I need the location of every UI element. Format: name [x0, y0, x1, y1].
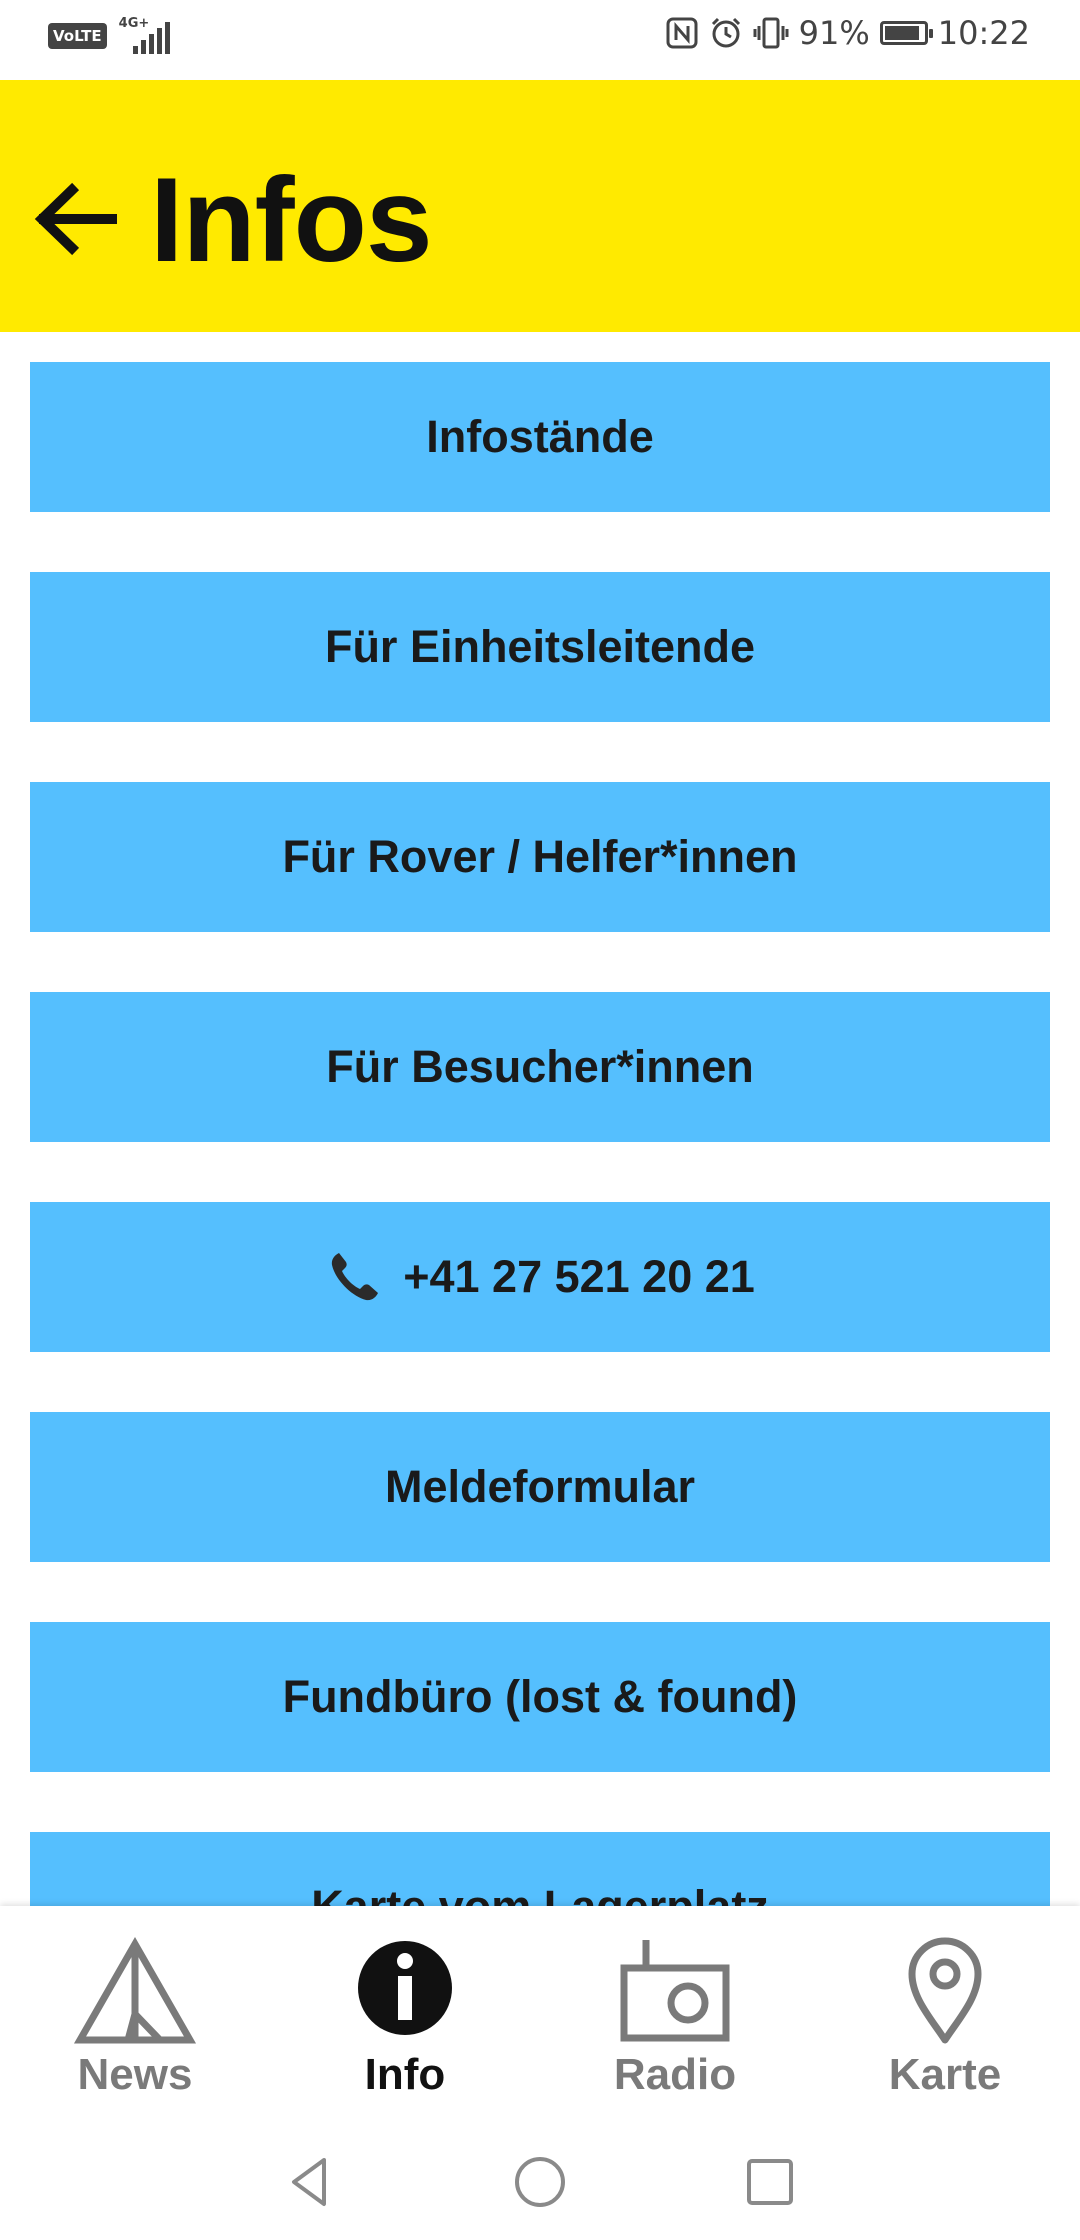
page-title: Infos [150, 153, 433, 287]
nav-item-info[interactable]: Info [295, 1936, 515, 2106]
menu-button-phone[interactable]: +41 27 521 20 21 [30, 1202, 1050, 1352]
battery-icon [879, 21, 933, 45]
menu-button-label: Für Rover / Helfer*innen [282, 831, 798, 882]
tent-icon [73, 1936, 197, 2044]
menu-button-label: Für Einheitsleitende [324, 621, 756, 672]
menu-button-fundbuero[interactable]: Fundbüro (lost & found) [30, 1622, 1050, 1772]
menu-button-label: +41 27 521 20 21 [403, 1251, 755, 1302]
home-icon[interactable] [510, 2152, 570, 2212]
nav-label: Radio [613, 2050, 737, 2099]
menu-button-einheitsleitende[interactable]: Für Einheitsleitende [30, 572, 1050, 722]
menu-button-karte-lagerplatz[interactable]: Karte vom Lagerplatz [30, 1832, 1050, 1906]
phone-icon [332, 1253, 379, 1301]
nav-label: Karte [888, 2050, 1002, 2099]
nav-label: News [77, 2050, 193, 2099]
back-icon[interactable] [280, 2152, 340, 2212]
menu-button-infostaende[interactable]: Infostände [30, 362, 1050, 512]
menu-button-label: Für Besucher*innen [326, 1041, 754, 1092]
status-bar-left: VoLTE 4G+ [48, 16, 179, 54]
status-bar: VoLTE 4G+ 91% 10:22 [0, 0, 1080, 80]
signal-icon: 4G+ [118, 16, 179, 54]
menu-button-label: Karte vom Lagerplatz [311, 1881, 769, 1906]
map-pin-icon [908, 1937, 982, 2044]
menu-button-rover-helfer[interactable]: Für Rover / Helfer*innen [30, 782, 1050, 932]
alarm-icon [711, 17, 740, 48]
menu-button-label: Fundbüro (lost & found) [282, 1671, 798, 1722]
system-navigation-bar [0, 2120, 1080, 2240]
menu-button-meldeformular[interactable]: Meldeformular [30, 1412, 1050, 1562]
menu-button-label: Meldeformular [384, 1461, 696, 1512]
nav-item-radio[interactable]: Radio [565, 1936, 785, 2106]
app-header: Infos [0, 80, 1080, 332]
nav-label: Info [364, 2050, 446, 2099]
nav-item-news[interactable]: News [25, 1936, 245, 2106]
radio-icon [620, 1940, 730, 2042]
back-arrow-icon[interactable] [32, 176, 118, 262]
volte-badge: VoLTE [48, 23, 107, 49]
battery-percent: 91% [798, 14, 870, 52]
info-menu-list[interactable]: Infostände Für Einheitsleitende Für Rove… [0, 332, 1080, 1906]
bottom-navigation: News Info Radio Karte [0, 1906, 1080, 2120]
nav-item-karte[interactable]: Karte [835, 1936, 1055, 2106]
status-bar-right: 91% 10:22 [665, 14, 1030, 52]
nfc-icon [666, 17, 698, 49]
network-type: 4G+ [118, 16, 150, 31]
clock: 10:22 [937, 14, 1030, 52]
recents-icon[interactable] [740, 2152, 800, 2212]
menu-button-besucher[interactable]: Für Besucher*innen [30, 992, 1050, 1142]
menu-button-label: Infostände [426, 411, 654, 462]
vibrate-icon [753, 17, 789, 49]
info-icon [358, 1941, 452, 2035]
